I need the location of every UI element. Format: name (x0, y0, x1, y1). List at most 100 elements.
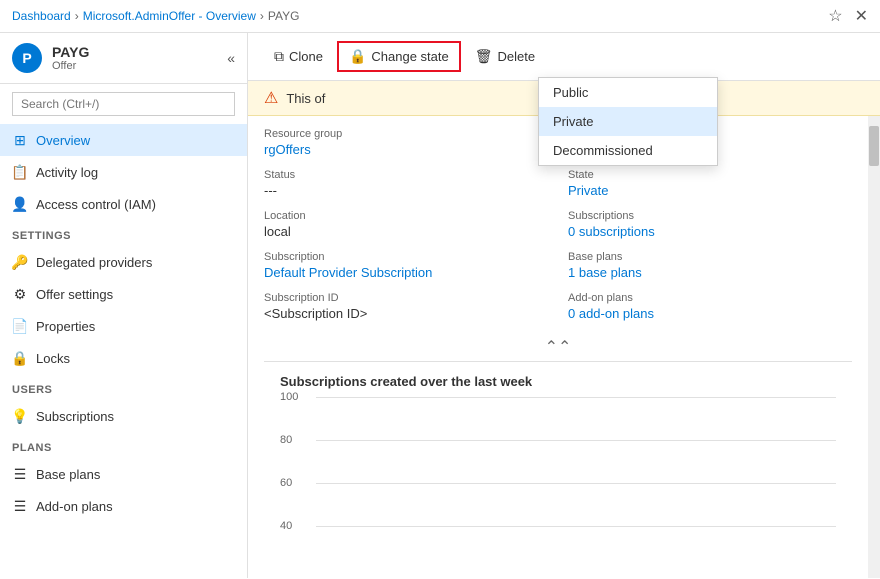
clone-label: Clone (289, 49, 323, 64)
scrollbar[interactable] (868, 116, 880, 578)
subscription-id-value: <Subscription ID> (264, 306, 548, 321)
detail-area: Resource group rgOffers Display name Pay… (248, 116, 880, 578)
sidebar-item-overview-label: Overview (36, 133, 90, 148)
base-plans-value[interactable]: 1 base plans (568, 265, 852, 280)
content-area: ⧉ Clone 🔒 Change state 🗑 Delete Public P… (248, 33, 880, 578)
subscription-item: Subscription Default Provider Subscripti… (264, 251, 548, 280)
dropdown-item-public[interactable]: Public (539, 78, 717, 107)
change-state-label: Change state (371, 49, 448, 64)
subscription-id-label: Subscription ID (264, 292, 548, 304)
sidebar-item-locks[interactable]: 🔒 Locks (0, 342, 247, 374)
sidebar-item-subscriptions-label: Subscriptions (36, 409, 114, 424)
sidebar-item-base-plans-label: Base plans (36, 467, 100, 482)
delegated-providers-icon: 🔑 (12, 254, 28, 270)
properties-icon: 📄 (12, 318, 28, 334)
chart-area: Subscriptions created over the last week… (264, 361, 852, 539)
subscriptions-count-item: Subscriptions 0 subscriptions (568, 210, 852, 239)
base-plans-item: Base plans 1 base plans (568, 251, 852, 280)
section-title-plans: Plans (0, 432, 247, 458)
sidebar-subtitle: Offer (52, 60, 89, 72)
add-on-plans-label: Add-on plans (568, 292, 852, 304)
sidebar-item-properties-label: Properties (36, 319, 95, 334)
dropdown-item-decommissioned[interactable]: Decommissioned (539, 136, 717, 165)
sidebar-nav: ⊞ Overview 📋 Activity log 👤 Access contr… (0, 124, 247, 578)
add-on-plans-item: Add-on plans 0 add-on plans (568, 292, 852, 321)
resource-group-label: Resource group (264, 128, 548, 140)
breadcrumb-admin-offer[interactable]: Microsoft.AdminOffer - Overview (83, 9, 256, 23)
subscriptions-count-label: Subscriptions (568, 210, 852, 222)
sidebar-logo: P (12, 43, 42, 73)
base-plans-icon: ☰ (12, 466, 28, 482)
sidebar-item-activity-log-label: Activity log (36, 165, 98, 180)
locks-icon: 🔒 (12, 350, 28, 366)
base-plans-label: Base plans (568, 251, 852, 263)
add-on-plans-value[interactable]: 0 add-on plans (568, 306, 852, 321)
chart-y-40: 40 (280, 520, 292, 532)
chart-y-100: 100 (280, 391, 298, 403)
sidebar-collapse-button[interactable]: « (227, 50, 235, 66)
delete-button[interactable]: 🗑 Delete (465, 43, 545, 70)
chart-y-80: 80 (280, 434, 292, 446)
delete-label: Delete (498, 49, 536, 64)
sidebar-item-subscriptions[interactable]: 💡 Subscriptions (0, 400, 247, 432)
state-item: State Private (568, 169, 852, 198)
sidebar-item-overview[interactable]: ⊞ Overview (0, 124, 247, 156)
location-item: Location local (264, 210, 548, 239)
breadcrumb-dashboard[interactable]: Dashboard (12, 9, 71, 23)
scrollbar-thumb[interactable] (869, 126, 879, 166)
section-title-users: Users (0, 374, 247, 400)
main-layout: P PAYG Offer « ⊞ Overview 📋 Activity log… (0, 33, 880, 578)
subscription-value[interactable]: Default Provider Subscription (264, 265, 548, 280)
activity-log-icon: 📋 (12, 164, 28, 180)
clone-button[interactable]: ⧉ Clone (264, 43, 333, 70)
close-icon[interactable]: ✕ (855, 6, 868, 26)
status-item: Status --- (264, 169, 548, 198)
dropdown-item-private[interactable]: Private (539, 107, 717, 136)
chevron-up-icon[interactable]: ⌃⌃ (545, 337, 572, 357)
sidebar-header: P PAYG Offer « (0, 33, 247, 84)
sidebar-title-group: PAYG Offer (52, 44, 89, 72)
change-state-dropdown: Public Private Decommissioned (538, 77, 718, 166)
resource-group-value[interactable]: rgOffers (264, 142, 548, 157)
delete-icon: 🗑 (475, 48, 493, 65)
sidebar-item-access-control[interactable]: 👤 Access control (IAM) (0, 188, 247, 220)
chart-container: 100 80 60 40 (280, 397, 836, 527)
sidebar-item-delegated-providers[interactable]: 🔑 Delegated providers (0, 246, 247, 278)
sidebar-item-add-on-plans-label: Add-on plans (36, 499, 113, 514)
state-value[interactable]: Private (568, 183, 852, 198)
toolbar: ⧉ Clone 🔒 Change state 🗑 Delete Public P… (248, 33, 880, 81)
access-control-icon: 👤 (12, 196, 28, 212)
sidebar-item-delegated-providers-label: Delegated providers (36, 255, 152, 270)
chart-lines (316, 397, 836, 527)
sidebar: P PAYG Offer « ⊞ Overview 📋 Activity log… (0, 33, 248, 578)
subscription-id-item: Subscription ID <Subscription ID> (264, 292, 548, 321)
sidebar-item-activity-log[interactable]: 📋 Activity log (0, 156, 247, 188)
resource-group-item: Resource group rgOffers (264, 128, 548, 157)
detail-main: Resource group rgOffers Display name Pay… (248, 116, 868, 578)
warning-text: This of (286, 91, 325, 106)
sidebar-item-offer-settings[interactable]: ⚙ Offer settings (0, 278, 247, 310)
sidebar-item-base-plans[interactable]: ☰ Base plans (0, 458, 247, 490)
pin-icon[interactable]: ☆ (828, 6, 842, 26)
add-on-plans-icon: ☰ (12, 498, 28, 514)
scroll-indicator: ⌃⌃ (264, 333, 852, 361)
status-label: Status (264, 169, 548, 181)
state-label: State (568, 169, 852, 181)
breadcrumb: Dashboard › Microsoft.AdminOffer - Overv… (12, 9, 299, 23)
offer-settings-icon: ⚙ (12, 286, 28, 302)
status-value: --- (264, 183, 548, 198)
subscriptions-count-value[interactable]: 0 subscriptions (568, 224, 852, 239)
sidebar-item-add-on-plans[interactable]: ☰ Add-on plans (0, 490, 247, 522)
clone-icon: ⧉ (274, 48, 284, 65)
change-state-button[interactable]: 🔒 Change state (337, 41, 461, 72)
location-label: Location (264, 210, 548, 222)
sidebar-item-properties[interactable]: 📄 Properties (0, 310, 247, 342)
sidebar-item-locks-label: Locks (36, 351, 70, 366)
top-bar: Dashboard › Microsoft.AdminOffer - Overv… (0, 0, 880, 33)
chart-y-60: 60 (280, 477, 292, 489)
subscriptions-icon: 💡 (12, 408, 28, 424)
sidebar-item-access-control-label: Access control (IAM) (36, 197, 156, 212)
overview-icon: ⊞ (12, 132, 28, 148)
location-value: local (264, 224, 548, 239)
search-input[interactable] (12, 92, 235, 116)
